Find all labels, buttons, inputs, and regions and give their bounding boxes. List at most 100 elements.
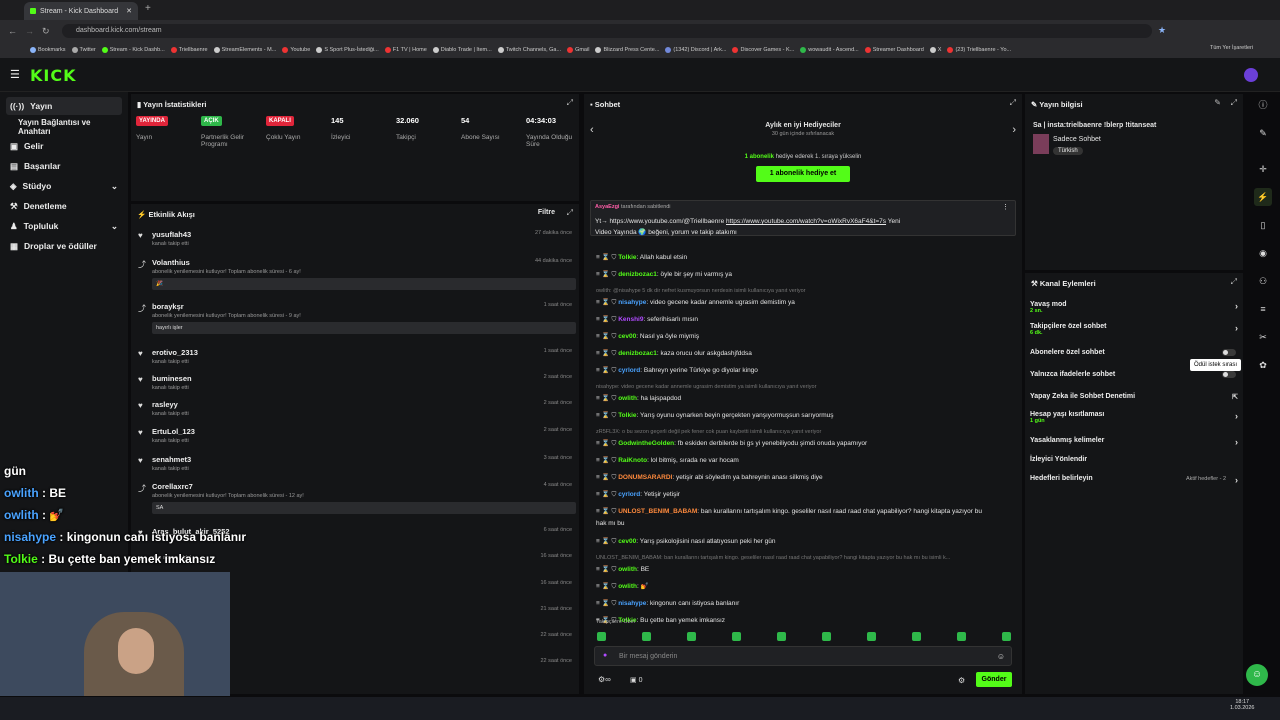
event-username[interactable]: yusufIah43 [152,230,576,239]
mod-actions-icon[interactable]: ≡ ⌛ ⛉ [596,508,618,515]
bookmark-item[interactable]: F1 TV | Home [384,47,427,53]
gift-sub-button[interactable]: 1 abonelik hediye et [756,166,850,182]
mod-actions-icon[interactable]: ≡ ⌛ ⛉ [596,412,618,419]
quick-emote-icon[interactable] [777,632,786,641]
popout-icon[interactable]: ⤢ [567,208,573,218]
chat-username[interactable]: Tolkie [618,412,636,419]
chat-username[interactable]: owlith [618,395,637,402]
chat-username[interactable]: denizbozac1 [618,271,657,278]
chat-username[interactable]: cyrlord [618,491,640,498]
chat-username[interactable]: cyrlord [618,367,640,374]
reward-icon[interactable]: ✿ [1254,356,1272,374]
chat-username[interactable]: Kenshi9 [618,316,643,323]
event-username[interactable]: ErtuLol_123 [152,427,576,436]
sidebar-item-denetleme[interactable]: ⚒ Denetleme [6,197,122,215]
event-username[interactable]: Corellaxrc7 [152,482,576,491]
browser-tab[interactable]: Stream - Kick Dashboard ✕ [24,2,138,20]
close-tab-icon[interactable]: ✕ [126,7,132,15]
chat-username[interactable]: nisahype [618,299,646,306]
quick-emote-icon[interactable] [867,632,876,641]
mod-actions-icon[interactable]: ≡ ⌛ ⛉ [596,350,618,357]
toggle-switch[interactable] [1222,371,1236,378]
channel-action-item[interactable]: İzleyici Yönlendir [1030,456,1240,463]
chat-username[interactable]: GodwintheGolden [618,440,674,447]
wrench-icon[interactable]: ✂ [1254,328,1272,346]
event-username[interactable]: Volanthius [152,258,576,267]
quick-emote-icon[interactable] [912,632,921,641]
mod-actions-icon[interactable]: ≡ ⌛ ⛉ [596,316,618,323]
mod-actions-icon[interactable]: ≡ ⌛ ⛉ [596,538,618,545]
bookmark-item[interactable]: (1342) Discord | Ark... [665,47,726,53]
quick-emote-icon[interactable] [822,632,831,641]
info-icon[interactable]: ⓘ [1254,96,1272,114]
popout-icon[interactable]: ⤢ [1010,98,1016,108]
popout-icon[interactable]: ⤢ [567,98,573,108]
back-icon[interactable]: ← [8,26,17,36]
bookmark-item[interactable]: Streamer Dashboard [864,47,924,53]
more-icon[interactable]: ⋮ [1002,203,1009,211]
bookmark-star-icon[interactable]: ★ [1158,25,1166,36]
channel-action-item[interactable]: Takipçilere özel sohbet 6 dk. › [1030,323,1240,336]
mod-actions-icon[interactable]: ≡ ⌛ ⛉ [596,395,618,402]
mod-actions-icon[interactable]: ≡ ⌛ ⛉ [596,271,618,278]
bookmark-item[interactable]: Blizzard Press Cente... [595,47,659,53]
mod-actions-icon[interactable]: ≡ ⌛ ⛉ [596,333,618,340]
event-username[interactable]: boraykşr [152,302,576,311]
chat-settings-icon[interactable]: ⚙∞ [598,675,611,684]
avatar[interactable] [1244,68,1258,82]
gear-icon[interactable]: ⚙ [958,676,965,685]
url-field[interactable]: dashboard.kick.com/stream [62,24,1152,38]
mod-actions-icon[interactable]: ≡ ⌛ ⛉ [596,583,618,590]
sidebar-item-studyo[interactable]: ◈ Stüdyo ⌄ [6,177,122,195]
sidebar-item-gelir[interactable]: ▣ Gelir [6,137,122,155]
sidebar-item-yayin[interactable]: ((·)) Yayın [6,97,122,115]
bookmark-item[interactable]: Stream - Kick Dashb... [101,47,165,53]
channel-action-item[interactable]: Abonelere özel sohbet [1030,349,1240,356]
bookmark-item[interactable]: Bookmarks [30,47,66,53]
edit-icon[interactable]: ✎ [1214,98,1221,107]
chat-icon[interactable]: ◉ [1254,244,1272,262]
quick-emote-icon[interactable] [687,632,696,641]
bolt-icon[interactable]: ⚡ [1254,188,1272,206]
popout-icon[interactable]: ⤢ [1231,98,1237,108]
mod-actions-icon[interactable]: ≡ ⌛ ⛉ [596,254,618,261]
bookmark-item[interactable]: Youtube [282,47,310,53]
mod-actions-icon[interactable]: ≡ ⌛ ⛉ [596,440,618,447]
toggle-switch[interactable] [1222,349,1236,356]
quick-emote-icon[interactable] [732,632,741,641]
popout-icon[interactable]: ⤢ [1231,277,1237,287]
chat-input[interactable]: ● Bir mesaj gönderin ☺ [594,646,1012,666]
document-icon[interactable]: ▯ [1254,216,1272,234]
bookmark-item[interactable]: Gmail [567,47,589,53]
event-username[interactable]: buminesen [152,374,576,383]
users-icon[interactable]: ⚇ [1254,272,1272,290]
bookmark-item[interactable]: Triellbaenre [170,47,208,53]
quick-emote-icon[interactable] [597,632,606,641]
chat-username[interactable]: nisahype [618,600,646,607]
sidebar-item-droplar[interactable]: ▦ Droplar ve ödüller [6,237,122,255]
mod-actions-icon[interactable]: ≡ ⌛ ⛉ [596,600,618,607]
channel-action-item[interactable]: Yapay Zeka ile Sohbet Denetimi ⇱ [1030,393,1240,401]
mod-actions-icon[interactable]: ≡ ⌛ ⛉ [596,566,618,573]
chat-username[interactable]: owlith [618,583,637,590]
chat-username[interactable]: owlith [618,566,637,573]
support-chat-icon[interactable]: ☺ [1246,664,1268,686]
quick-emote-icon[interactable] [642,632,651,641]
sidebar-item-topluluk[interactable]: ♟ Topluluk ⌄ [6,217,122,235]
mod-actions-icon[interactable]: ≡ ⌛ ⛉ [596,491,618,498]
bookmark-item[interactable]: Diablo Trade | Item... [432,47,492,53]
chat-username[interactable]: UNLOST_BENIM_BABAM [618,508,697,515]
channel-action-item[interactable]: Yavaş mod 2 sn. › [1030,301,1240,314]
list-icon[interactable]: ≡ [1254,300,1272,318]
chat-username[interactable]: cev00 [618,333,636,340]
channel-action-item[interactable]: Yasaklanmış kelimeler › [1030,437,1240,447]
channel-action-item[interactable]: Hedefleri belirleyin › Aktif hedefler - 2 [1030,475,1240,485]
pencil-icon[interactable]: ✎ [1254,124,1272,142]
sidebar-item-stream-key[interactable]: Yayın Bağlantısı ve Anahtarı [6,118,122,136]
mod-actions-icon[interactable]: ≡ ⌛ ⛉ [596,367,618,374]
mod-actions-icon[interactable]: ≡ ⌛ ⛉ [596,474,618,481]
sidebar-item-basarilar[interactable]: ▤ Başarılar [6,157,122,175]
kick-logo[interactable]: KICK [30,66,77,85]
quick-emote-icon[interactable] [957,632,966,641]
bookmark-item[interactable]: S Sport Plus-İstediği... [316,47,379,53]
